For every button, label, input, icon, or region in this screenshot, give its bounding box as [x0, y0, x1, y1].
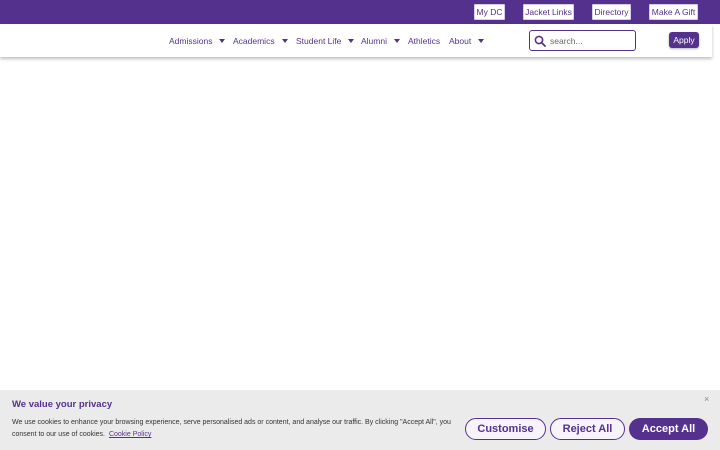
apply-button[interactable]: Apply — [669, 32, 699, 48]
nav-item-student-life[interactable]: Student Life — [296, 34, 355, 48]
cookie-message: We use cookies to enhance your browsing … — [12, 417, 462, 441]
my-dc-link[interactable]: My DC — [474, 4, 505, 20]
customise-button[interactable]: Customise — [465, 418, 546, 440]
cookie-title: We value your privacy — [12, 399, 113, 410]
nav-item-label: Academics — [233, 36, 275, 46]
caret-down-icon — [478, 39, 485, 43]
close-icon[interactable]: × — [704, 394, 709, 404]
nav-item-label: Student Life — [296, 36, 342, 46]
nav-item-athletics[interactable]: Athletics — [408, 34, 440, 48]
nav-item-label: Admissions — [169, 36, 213, 46]
nav-item-label: Athletics — [408, 36, 441, 46]
cookie-policy-link[interactable]: Cookie Policy — [109, 431, 151, 438]
caret-down-icon — [393, 39, 400, 43]
accept-all-button[interactable]: Accept All — [629, 418, 708, 440]
search-icon[interactable] — [534, 35, 546, 47]
cookie-banner: We value your privacy × We use cookies t… — [0, 390, 720, 450]
nav-item-academics[interactable]: Academics — [233, 34, 288, 48]
search-box — [529, 30, 636, 51]
nav-item-admissions[interactable]: Admissions — [169, 34, 226, 48]
utility-bar: My DC Jacket Links Directory Make A Gift — [0, 0, 720, 24]
directory-link[interactable]: Directory — [592, 4, 631, 20]
nav-item-label: About — [449, 36, 472, 46]
nav-item-alumni[interactable]: Alumni — [361, 34, 400, 48]
nav-item-label: Alumni — [361, 36, 387, 46]
caret-down-icon — [348, 39, 355, 43]
main-nav: Admissions Academics Student Life Alumni… — [0, 24, 712, 57]
reject-all-button[interactable]: Reject All — [550, 418, 625, 440]
nav-item-about[interactable]: About — [449, 34, 485, 48]
caret-down-icon — [219, 39, 226, 43]
make-a-gift-link[interactable]: Make A Gift — [649, 4, 698, 20]
jacket-links-link[interactable]: Jacket Links — [523, 4, 574, 20]
cookie-text: We use cookies to enhance your browsing … — [12, 419, 451, 438]
caret-down-icon — [281, 39, 288, 43]
search-input[interactable] — [550, 35, 630, 46]
